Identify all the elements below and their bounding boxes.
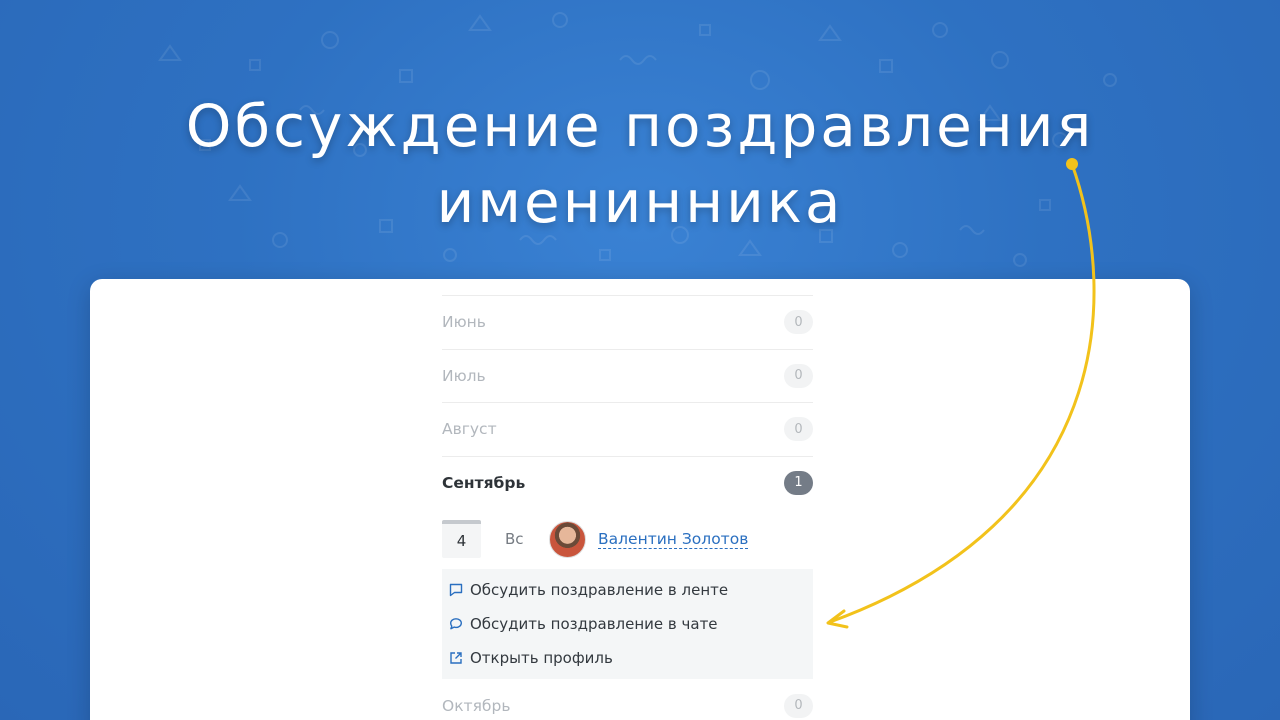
callout-arrow xyxy=(826,158,1096,629)
arrow-line xyxy=(828,162,1096,624)
